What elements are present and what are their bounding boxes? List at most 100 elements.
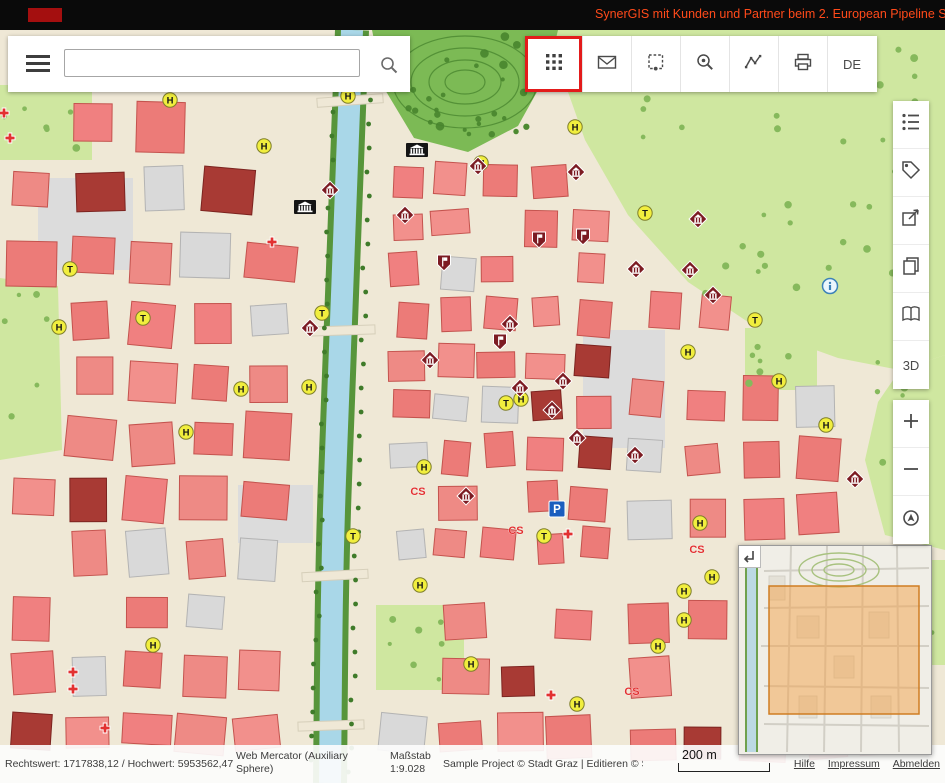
bus-stop-marker[interactable]: H xyxy=(568,120,582,134)
query-icon xyxy=(900,207,922,234)
menu-button[interactable] xyxy=(24,51,52,77)
svg-text:H: H xyxy=(823,421,830,432)
cs-marker[interactable]: CS xyxy=(508,525,523,537)
bus-stop-marker[interactable]: H xyxy=(179,425,193,439)
select-rectangle-icon xyxy=(646,52,666,77)
svg-text:H: H xyxy=(681,587,688,598)
apps-grid-icon xyxy=(544,52,564,77)
toc-button[interactable] xyxy=(893,101,929,149)
three-d-button[interactable]: 3D xyxy=(893,341,929,389)
copy-button[interactable] xyxy=(893,245,929,293)
svg-text:T: T xyxy=(67,265,73,276)
language-button[interactable]: DE xyxy=(827,36,876,92)
zoom-select-button[interactable] xyxy=(680,36,729,92)
svg-text:H: H xyxy=(345,92,352,103)
logout-link[interactable]: Abmelden xyxy=(893,758,940,770)
apps-button[interactable] xyxy=(525,36,582,92)
tram-stop-marker[interactable]: T xyxy=(315,306,329,320)
svg-text:H: H xyxy=(709,573,716,584)
plus-icon xyxy=(900,410,922,437)
bus-stop-marker[interactable]: H xyxy=(677,584,691,598)
svg-text:H: H xyxy=(655,642,662,653)
svg-text:CS: CS xyxy=(624,686,639,698)
civic-building-marker[interactable] xyxy=(406,143,428,157)
bus-stop-marker[interactable]: H xyxy=(163,93,177,107)
search-icon[interactable] xyxy=(378,54,400,76)
tram-stop-marker[interactable]: T xyxy=(499,396,513,410)
locate-button[interactable] xyxy=(893,496,929,544)
bus-stop-marker[interactable]: H xyxy=(693,516,707,530)
bus-stop-marker[interactable]: H xyxy=(52,320,66,334)
projection-label: Web Mercator (Auxiliary Sphere) xyxy=(236,750,348,776)
cs-marker[interactable]: CS xyxy=(689,544,704,556)
bus-stop-marker[interactable]: H xyxy=(234,382,248,396)
bus-stop-marker[interactable]: H xyxy=(772,374,786,388)
bus-stop-marker[interactable]: H xyxy=(677,613,691,627)
bus-stop-marker[interactable]: H xyxy=(819,418,833,432)
bus-stop-marker[interactable]: H xyxy=(705,570,719,584)
ticker-badge xyxy=(28,8,62,22)
bus-stop-marker[interactable]: H xyxy=(681,345,695,359)
inset-collapse-button[interactable] xyxy=(739,546,761,568)
tram-stop-marker[interactable]: T xyxy=(537,529,551,543)
cs-marker[interactable]: CS xyxy=(624,686,639,698)
printer-icon xyxy=(793,52,813,77)
measure-button[interactable] xyxy=(729,36,778,92)
bus-stop-marker[interactable]: H xyxy=(146,638,160,652)
svg-text:H: H xyxy=(574,700,581,711)
bus-stop-marker[interactable]: H xyxy=(257,139,271,153)
tram-stop-marker[interactable]: T xyxy=(63,262,77,276)
zoom-controls xyxy=(893,400,929,544)
bus-stop-marker[interactable]: H xyxy=(651,639,665,653)
tram-stop-marker[interactable]: T xyxy=(748,313,762,327)
bus-stop-marker[interactable]: H xyxy=(570,697,584,711)
bus-stop-marker[interactable]: H xyxy=(417,460,431,474)
overview-map[interactable] xyxy=(738,545,932,755)
copy-pages-icon xyxy=(900,255,922,282)
overview-extent-box[interactable] xyxy=(769,586,919,714)
svg-text:H: H xyxy=(776,377,783,388)
svg-text:H: H xyxy=(56,323,63,334)
language-label: DE xyxy=(843,57,861,72)
svg-text:CS: CS xyxy=(689,544,704,556)
attribution: Sample Project © Stadt Graz | Editieren … xyxy=(443,758,643,770)
svg-text:P: P xyxy=(553,504,561,516)
tram-stop-marker[interactable]: T xyxy=(346,529,360,543)
toc-list-icon xyxy=(900,111,922,138)
mail-button[interactable] xyxy=(582,36,631,92)
labels-button[interactable] xyxy=(893,149,929,197)
query-button[interactable] xyxy=(893,197,929,245)
sidebar-tools: 3D xyxy=(893,101,929,389)
tag-icon xyxy=(900,159,922,186)
bus-stop-marker[interactable]: H xyxy=(302,380,316,394)
svg-text:H: H xyxy=(697,519,704,530)
parking-marker[interactable]: P xyxy=(549,501,565,517)
zoom-in-button[interactable] xyxy=(893,400,929,448)
svg-text:H: H xyxy=(468,660,475,671)
overview-map-canvas xyxy=(739,546,929,752)
three-d-label: 3D xyxy=(903,358,920,373)
cs-marker[interactable]: CS xyxy=(410,486,425,498)
svg-text:T: T xyxy=(503,399,509,410)
imprint-link[interactable]: Impressum xyxy=(828,758,880,770)
legend-button[interactable] xyxy=(893,293,929,341)
zoom-out-button[interactable] xyxy=(893,448,929,496)
bus-stop-marker[interactable]: H xyxy=(464,657,478,671)
civic-building-marker[interactable] xyxy=(294,200,316,214)
svg-text:H: H xyxy=(167,96,174,107)
svg-text:T: T xyxy=(140,314,146,325)
news-ticker-bar: SynerGIS mit Kunden und Partner beim 2. … xyxy=(0,0,945,30)
svg-text:T: T xyxy=(319,309,325,320)
zoom-circle-icon xyxy=(695,52,715,77)
svg-text:H: H xyxy=(261,142,268,153)
svg-text:CS: CS xyxy=(410,486,425,498)
help-link[interactable]: Hilfe xyxy=(794,758,815,770)
tram-stop-marker[interactable]: T xyxy=(136,311,150,325)
info-marker[interactable] xyxy=(823,279,838,294)
bus-stop-marker[interactable]: H xyxy=(413,578,427,592)
tram-stop-marker[interactable]: T xyxy=(638,206,652,220)
select-button[interactable] xyxy=(631,36,680,92)
ticker-text: SynerGIS mit Kunden und Partner beim 2. … xyxy=(595,7,945,21)
search-input[interactable] xyxy=(64,49,360,77)
print-button[interactable] xyxy=(778,36,827,92)
